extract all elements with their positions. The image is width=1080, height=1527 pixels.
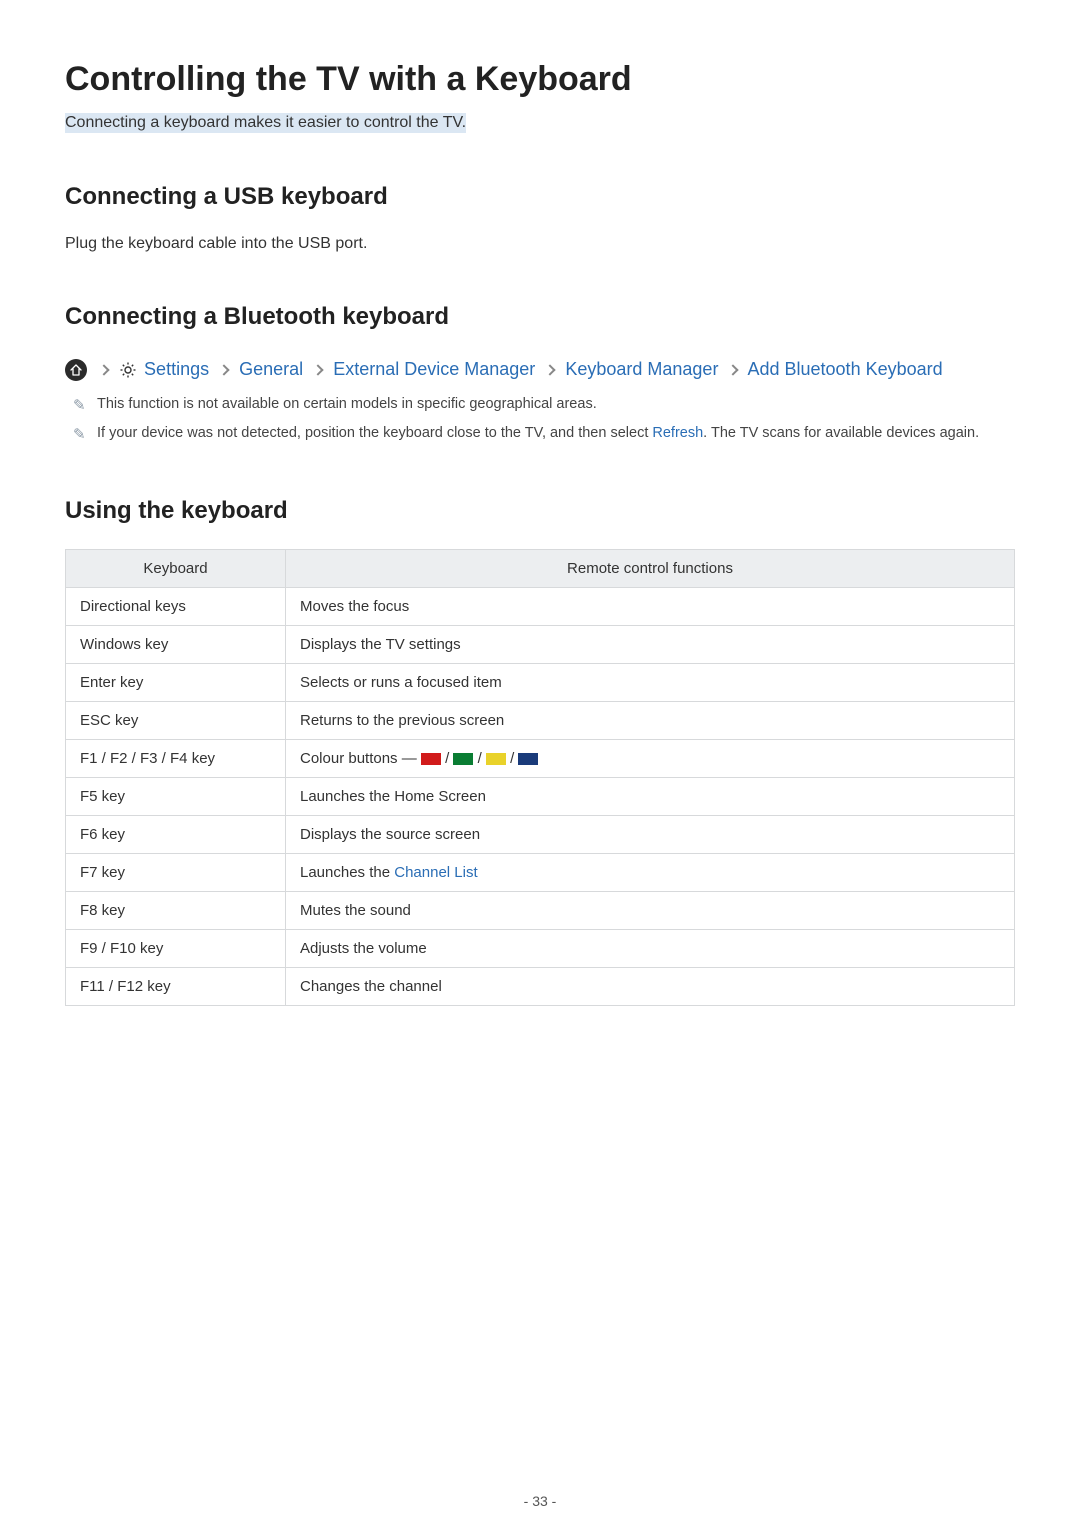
pencil-icon: ✎ xyxy=(73,394,97,418)
key-cell: Directional keys xyxy=(66,587,286,625)
table-row: F8 key Mutes the sound xyxy=(66,891,1015,929)
chevron-right-icon xyxy=(218,364,229,375)
key-cell: F8 key xyxy=(66,891,286,929)
swatch-red-icon xyxy=(421,753,441,765)
func-cell: Launches the Channel List xyxy=(286,853,1015,891)
table-row: F5 key Launches the Home Screen xyxy=(66,777,1015,815)
note-text: This function is not available on certai… xyxy=(97,394,1015,418)
usb-body: Plug the keyboard cable into the USB por… xyxy=(65,235,1015,253)
func-cell: Displays the source screen xyxy=(286,815,1015,853)
swatch-blue-icon xyxy=(518,753,538,765)
section-bluetooth: Connecting a Bluetooth keyboard Settings… xyxy=(65,303,1015,447)
table-row: ESC key Returns to the previous screen xyxy=(66,701,1015,739)
key-cell: F1 / F2 / F3 / F4 key xyxy=(66,739,286,777)
chevron-right-icon xyxy=(545,364,556,375)
breadcrumb-add-bluetooth-keyboard[interactable]: Add Bluetooth Keyboard xyxy=(747,359,942,379)
note: ✎ If your device was not detected, posit… xyxy=(73,423,1015,447)
page-subtitle: Connecting a keyboard makes it easier to… xyxy=(65,113,466,133)
table-row: Windows key Displays the TV settings xyxy=(66,625,1015,663)
table-row: F9 / F10 key Adjusts the volume xyxy=(66,929,1015,967)
note-text: If your device was not detected, positio… xyxy=(97,423,1015,447)
key-cell: F6 key xyxy=(66,815,286,853)
sep: / xyxy=(510,750,518,767)
sep: / xyxy=(445,750,453,767)
keyboard-functions-table: Keyboard Remote control functions Direct… xyxy=(65,549,1015,1006)
func-cell: Selects or runs a focused item xyxy=(286,663,1015,701)
key-cell: F11 / F12 key xyxy=(66,967,286,1005)
table-header-keyboard: Keyboard xyxy=(66,549,286,587)
gear-icon xyxy=(119,361,137,379)
note-text-pre: If your device was not detected, positio… xyxy=(97,425,652,441)
swatch-yellow-icon xyxy=(486,753,506,765)
table-row: F1 / F2 / F3 / F4 key Colour buttons ― /… xyxy=(66,739,1015,777)
func-cell-colour: Colour buttons ― / / / xyxy=(286,739,1015,777)
chevron-right-icon xyxy=(98,364,109,375)
section-using-keyboard: Using the keyboard Keyboard Remote contr… xyxy=(65,497,1015,1006)
func-cell: Displays the TV settings xyxy=(286,625,1015,663)
func-cell: Mutes the sound xyxy=(286,891,1015,929)
page-title: Controlling the TV with a Keyboard xyxy=(65,60,1015,99)
heading-usb: Connecting a USB keyboard xyxy=(65,183,1015,211)
func-cell: Returns to the previous screen xyxy=(286,701,1015,739)
table-row: F11 / F12 key Changes the channel xyxy=(66,967,1015,1005)
key-cell: F9 / F10 key xyxy=(66,929,286,967)
table-row: Enter key Selects or runs a focused item xyxy=(66,663,1015,701)
func-prefix: Colour buttons ― xyxy=(300,750,421,767)
breadcrumb-general[interactable]: General xyxy=(239,359,303,379)
page-number: - 33 - xyxy=(0,1493,1080,1509)
key-cell: ESC key xyxy=(66,701,286,739)
breadcrumb-keyboard-manager[interactable]: Keyboard Manager xyxy=(565,359,718,379)
chevron-right-icon xyxy=(728,364,739,375)
breadcrumb: Settings General External Device Manager… xyxy=(65,355,1015,384)
pencil-icon: ✎ xyxy=(73,423,97,447)
func-cell: Adjusts the volume xyxy=(286,929,1015,967)
home-icon xyxy=(65,359,87,381)
key-cell: F7 key xyxy=(66,853,286,891)
breadcrumb-settings[interactable]: Settings xyxy=(144,359,209,379)
func-cell: Changes the channel xyxy=(286,967,1015,1005)
table-row: Directional keys Moves the focus xyxy=(66,587,1015,625)
note: ✎ This function is not available on cert… xyxy=(73,394,1015,418)
key-cell: Enter key xyxy=(66,663,286,701)
heading-using: Using the keyboard xyxy=(65,497,1015,525)
note-text-post: . The TV scans for available devices aga… xyxy=(703,425,979,441)
func-cell: Launches the Home Screen xyxy=(286,777,1015,815)
table-row: F7 key Launches the Channel List xyxy=(66,853,1015,891)
func-cell: Moves the focus xyxy=(286,587,1015,625)
key-cell: F5 key xyxy=(66,777,286,815)
sep: / xyxy=(478,750,486,767)
chevron-right-icon xyxy=(313,364,324,375)
heading-bluetooth: Connecting a Bluetooth keyboard xyxy=(65,303,1015,331)
table-row: F6 key Displays the source screen xyxy=(66,815,1015,853)
table-header-functions: Remote control functions xyxy=(286,549,1015,587)
swatch-green-icon xyxy=(453,753,473,765)
section-usb: Connecting a USB keyboard Plug the keybo… xyxy=(65,183,1015,253)
func-prefix: Launches the xyxy=(300,864,394,881)
key-cell: Windows key xyxy=(66,625,286,663)
channel-list-link[interactable]: Channel List xyxy=(394,864,477,881)
breadcrumb-external-device-manager[interactable]: External Device Manager xyxy=(333,359,535,379)
refresh-link[interactable]: Refresh xyxy=(652,425,703,441)
